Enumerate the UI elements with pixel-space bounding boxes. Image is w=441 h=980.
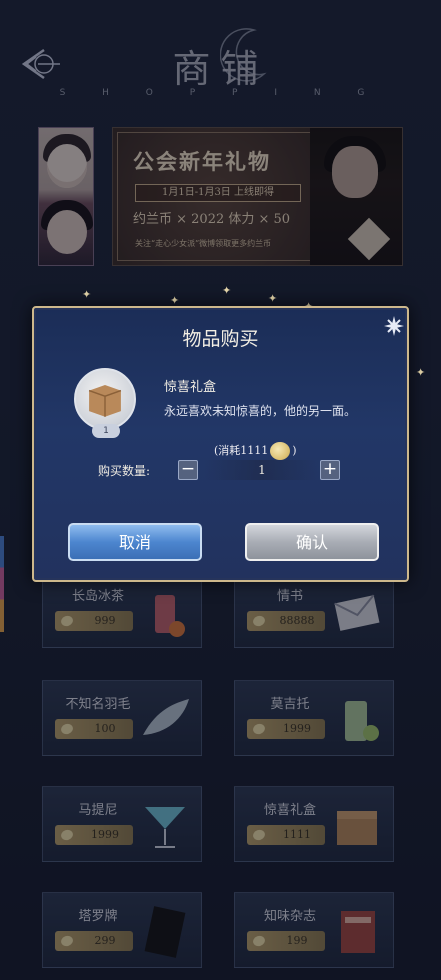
cost-prefix: (消耗1111 — [214, 444, 269, 457]
purchase-dialog: 物品购买 1 惊喜礼盒 永远喜欢未知惊喜的，他的另一面。 (消耗1111) 购买… — [32, 306, 409, 582]
dialog-title: 物品购买 — [182, 328, 259, 350]
item-name: 惊喜礼盒 — [164, 380, 217, 395]
cancel-button[interactable]: 取消 — [68, 523, 202, 561]
star-icon: ✦ — [268, 292, 278, 305]
decrease-quantity-button[interactable]: − — [178, 460, 198, 480]
quantity-field[interactable]: 1 — [204, 460, 320, 480]
close-icon[interactable] — [384, 316, 404, 336]
quantity-label: 购买数量: — [98, 464, 151, 478]
cost-suffix: ) — [292, 444, 297, 457]
increase-quantity-button[interactable]: + — [320, 460, 340, 480]
coin-icon — [270, 442, 291, 460]
gift-box-icon — [88, 384, 122, 417]
cost-display: (消耗1111) — [214, 442, 297, 460]
confirm-button[interactable]: 确认 — [245, 523, 379, 561]
star-icon: ✦ — [416, 366, 426, 379]
item-image — [74, 368, 136, 430]
item-count-badge: 1 — [92, 424, 120, 438]
item-description: 永远喜欢未知惊喜的，他的另一面。 — [164, 404, 357, 418]
star-icon: ✦ — [222, 284, 232, 297]
star-icon: ✦ — [82, 288, 92, 301]
